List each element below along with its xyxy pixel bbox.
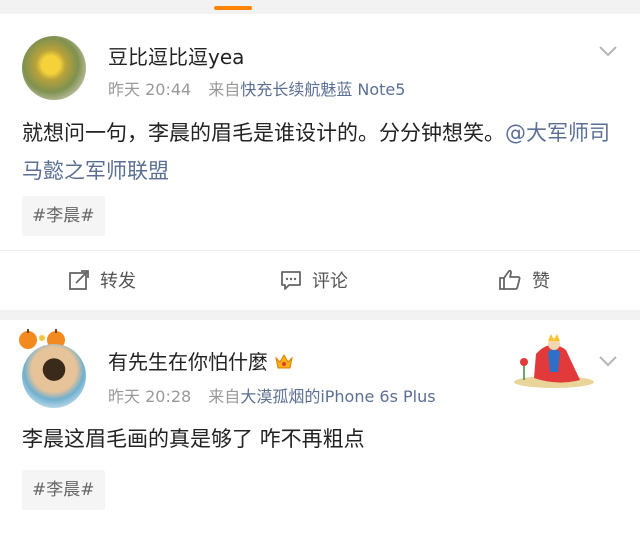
topic-tag[interactable]: #李晨#: [22, 470, 105, 510]
avatar[interactable]: [22, 344, 86, 408]
top-strip: [0, 0, 640, 14]
post-text: 就想问一句，李晨的眉毛是谁设计的。分分钟想笑。@大军师司马懿之军师联盟: [22, 114, 618, 190]
like-button[interactable]: 赞: [498, 264, 550, 296]
repost-label: 转发: [100, 271, 136, 292]
post-meta: 昨天 20:28 来自大漠孤烟的iPhone 6s Plus: [108, 383, 436, 407]
chevron-down-icon[interactable]: [598, 354, 618, 368]
post-card: 豆比逗比逗yea 昨天 20:44 来自快充长续航魅蓝 Note5 就想问一句，…: [0, 14, 640, 310]
comment-button[interactable]: 评论: [280, 264, 348, 296]
post-card: 有先生在你怕什麼 昨天 20:28 来自大漠孤烟的iPhone 6s Plus …: [0, 320, 640, 535]
post-source[interactable]: 快充长续航魅蓝 Note5: [240, 80, 405, 99]
comment-icon: [281, 271, 301, 290]
post-time: 昨天 20:44: [108, 80, 192, 99]
chevron-down-icon[interactable]: [598, 44, 618, 58]
post-source[interactable]: 大漠孤烟的iPhone 6s Plus: [240, 387, 435, 406]
username-text: 有先生在你怕什麼: [108, 350, 268, 374]
tab-indicator: [214, 6, 252, 10]
post-time: 昨天 20:28: [108, 387, 192, 406]
divider: [0, 250, 640, 251]
username[interactable]: 有先生在你怕什麼: [108, 346, 294, 375]
topic-tag[interactable]: #李晨#: [22, 196, 105, 236]
post-body: 就想问一句，李晨的眉毛是谁设计的。分分钟想笑。: [22, 121, 505, 145]
source-prefix: 来自: [208, 80, 241, 99]
crown-icon: [275, 353, 293, 369]
comment-label: 评论: [312, 271, 348, 292]
thumbs-up-icon: [499, 269, 521, 290]
avatar[interactable]: [22, 36, 86, 100]
repost-button[interactable]: 转发: [68, 264, 136, 296]
repost-icon: [69, 270, 89, 290]
like-label: 赞: [532, 271, 550, 292]
source-prefix: 来自: [208, 387, 241, 406]
post-meta: 昨天 20:44 来自快充长续航魅蓝 Note5: [108, 76, 405, 100]
little-prince-decoration-icon: [514, 334, 594, 388]
username[interactable]: 豆比逗比逗yea: [108, 41, 244, 70]
post-text: 李晨这眉毛画的真是够了 咋不再粗点: [22, 427, 365, 451]
